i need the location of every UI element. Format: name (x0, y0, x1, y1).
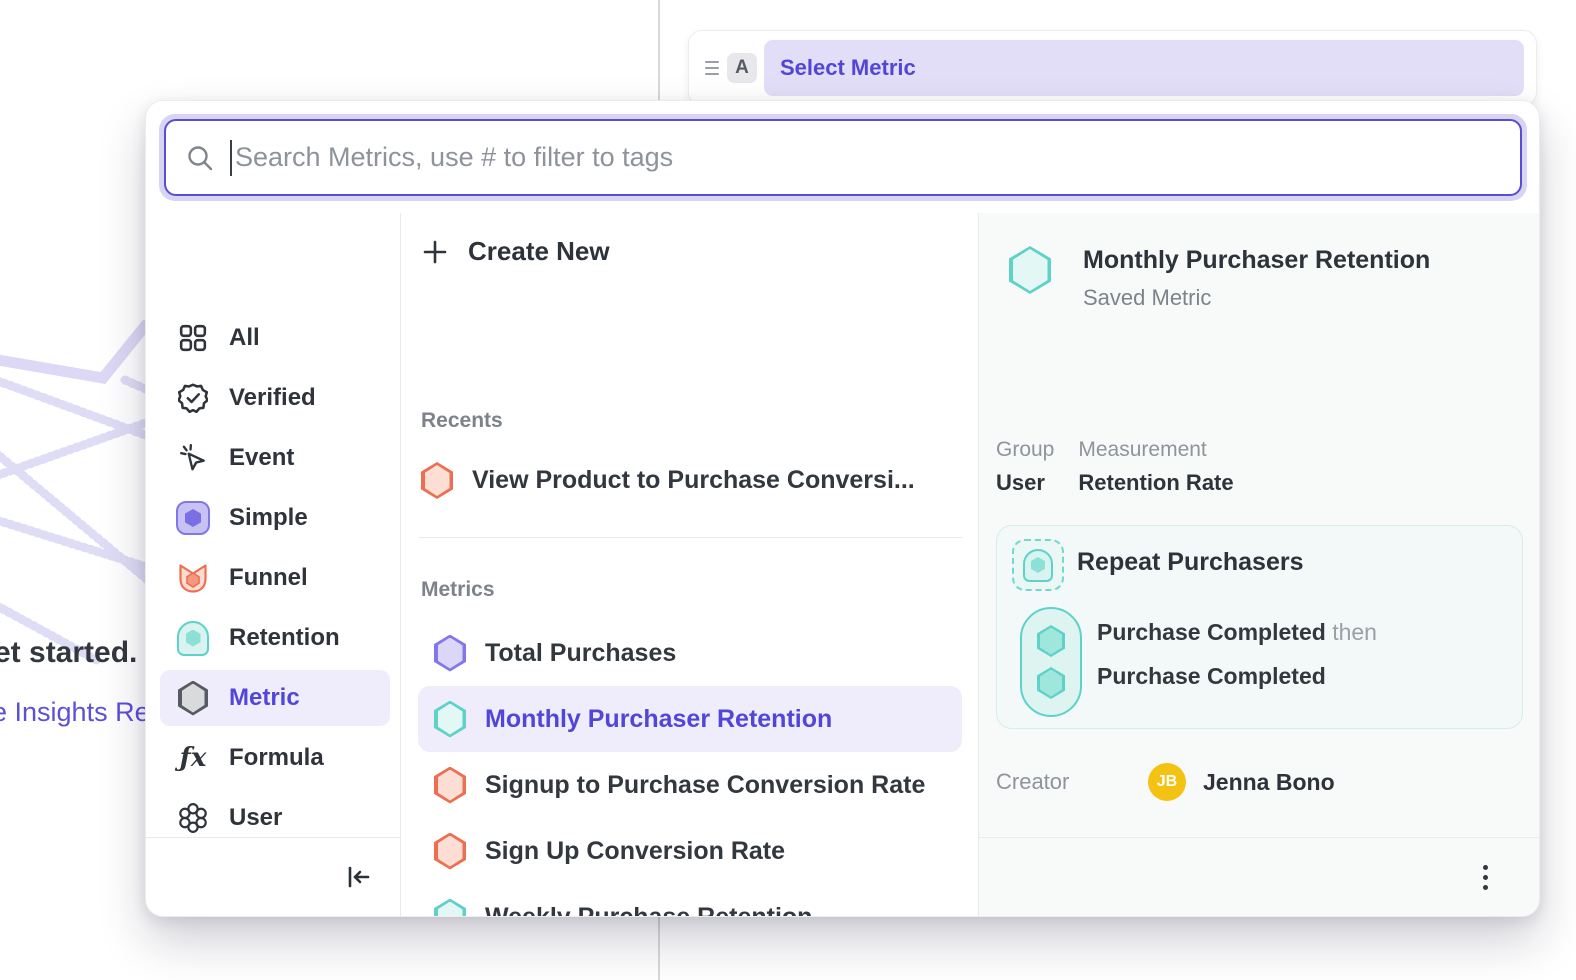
sidebar-item-all[interactable]: All (160, 310, 390, 366)
hexagon-icon (421, 462, 453, 499)
hexagon-icon (434, 635, 466, 672)
metric-detail-panel: Monthly Purchaser Retention Saved Metric… (979, 213, 1539, 916)
plus-icon (421, 238, 449, 266)
text-caret (230, 140, 232, 176)
sidebar-item-retention[interactable]: Retention (160, 610, 390, 666)
hexagon-icon (434, 701, 466, 738)
measurement-meta: Measurement Retention Rate (1078, 438, 1233, 496)
hexagon-icon (1037, 667, 1065, 699)
sidebar-item-metric[interactable]: Metric (160, 670, 390, 726)
search-icon (186, 144, 214, 172)
sidebar-item-simple[interactable]: Simple (160, 490, 390, 546)
select-metric-button[interactable]: Select Metric (764, 40, 1524, 96)
metric-row-card: A Select Metric (688, 30, 1537, 106)
collapse-left-icon[interactable] (344, 863, 372, 891)
behavior-name: Repeat Purchasers (1077, 548, 1304, 577)
create-new-button[interactable]: Create New (421, 236, 610, 267)
retention-icon (176, 621, 210, 655)
creator-avatar: JB (1148, 763, 1186, 801)
behavior-icon (1012, 539, 1064, 591)
behavior-card: Repeat Purchasers Purchase Completed the… (996, 525, 1523, 729)
group-meta: Group User (996, 438, 1054, 496)
behavior-step-1: Purchase Completed then (1097, 619, 1377, 646)
metric-hexagon-icon (176, 681, 210, 715)
creator-label: Creator (996, 769, 1148, 795)
sidebar-item-verified[interactable]: Verified (160, 370, 390, 426)
creator-name: Jenna Bono (1203, 769, 1335, 796)
hexagon-icon (434, 899, 466, 918)
metric-picker-modal: All Verified (145, 100, 1540, 917)
sidebar-item-funnel[interactable]: Funnel (160, 550, 390, 606)
kebab-menu-icon[interactable] (1477, 859, 1494, 896)
verified-badge-icon (176, 381, 210, 415)
metric-row-weekly-purchase-retention[interactable]: Weekly Purchase Retention (418, 884, 962, 917)
metric-list-column: Create New Recents View Product to Purch… (401, 213, 979, 916)
search-focus-ring (159, 114, 1527, 201)
hexagon-icon (1037, 625, 1065, 657)
filter-sidebar: All Verified (146, 213, 401, 916)
metric-row-monthly-purchaser-retention[interactable]: Monthly Purchaser Retention (418, 686, 962, 752)
hexagon-icon (434, 833, 466, 870)
series-a-badge: A (727, 53, 757, 83)
app-window: et started. e Insights Re A Select Metri… (0, 0, 1576, 980)
detail-subtitle: Saved Metric (1083, 285, 1430, 311)
hexagon-icon (1009, 246, 1051, 294)
simple-metric-icon (176, 501, 210, 535)
grid-icon (176, 321, 210, 355)
search-box[interactable] (164, 119, 1522, 196)
list-divider (418, 537, 962, 538)
sidebar-footer (146, 837, 400, 916)
recents-heading: Recents (421, 409, 503, 433)
funnel-icon (176, 561, 210, 595)
hexagon-icon (434, 767, 466, 804)
creator-row: Creator JB Jenna Bono (996, 763, 1335, 801)
metric-row-total-purchases[interactable]: Total Purchases (418, 620, 962, 686)
then-connector: then (1332, 619, 1377, 645)
formula-icon: ƒx (176, 741, 210, 775)
recent-item[interactable]: View Product to Purchase Conversi... (421, 462, 915, 499)
get-started-text: et started. (0, 636, 137, 670)
sequence-capsule (1020, 607, 1082, 717)
user-cluster-icon (176, 801, 210, 835)
metrics-heading: Metrics (421, 578, 495, 602)
detail-title: Monthly Purchaser Retention (1083, 246, 1430, 275)
metric-row-signup-to-purchase[interactable]: Signup to Purchase Conversion Rate (418, 752, 962, 818)
behavior-step-2: Purchase Completed (1097, 663, 1377, 690)
search-input[interactable] (235, 142, 1520, 173)
sidebar-item-event[interactable]: Event (160, 430, 390, 486)
cursor-click-icon (176, 441, 210, 475)
detail-footer (979, 837, 1539, 916)
insights-report-link[interactable]: e Insights Re (0, 697, 150, 728)
sidebar-item-formula[interactable]: ƒx Formula (160, 730, 390, 786)
drag-handle-icon[interactable] (699, 61, 725, 75)
metric-row-sign-up-conversion[interactable]: Sign Up Conversion Rate (418, 818, 962, 884)
